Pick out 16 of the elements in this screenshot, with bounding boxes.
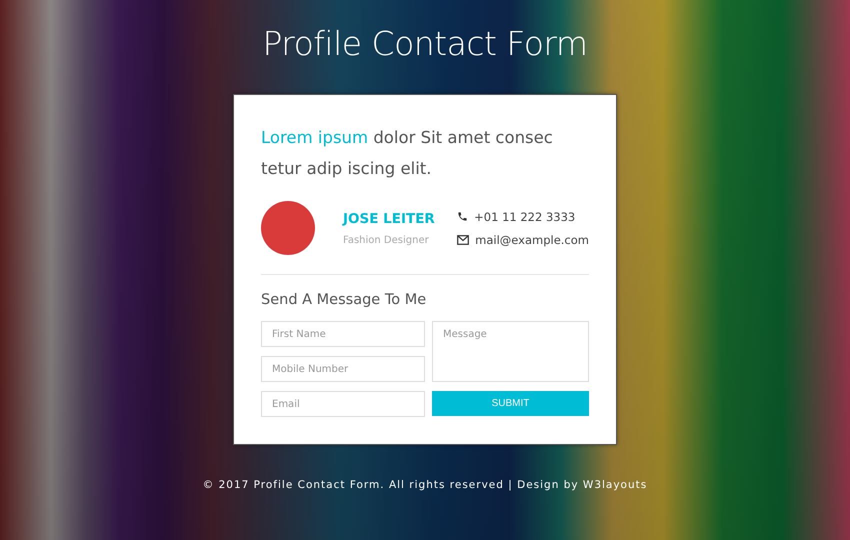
email-address: mail@example.com	[475, 232, 589, 246]
form-title: Send A Message To Me	[261, 292, 428, 308]
footer-text: © 2017 Profile Contact Form. All rights reserved | Design by W3layouts	[202, 479, 648, 491]
email-field[interactable]: Email	[261, 391, 425, 417]
message-field[interactable]: Message	[432, 321, 589, 382]
profile-role: Fashion Designer	[343, 234, 430, 246]
intro-text: Lorem ipsum dolor Sit amet consec tetur adip iscing elit.	[261, 127, 554, 180]
avatar-placeholder	[261, 201, 315, 255]
first-name-field[interactable]: First Name	[261, 321, 425, 347]
submit-button[interactable]: SUBMIT	[432, 391, 589, 416]
phone-icon	[457, 211, 468, 222]
phone-number: +01 11 222 3333	[474, 210, 576, 224]
envelope-icon	[457, 234, 470, 244]
profile-name: JOSE LEITER	[343, 210, 436, 226]
mobile-field[interactable]: Mobile Number	[261, 356, 425, 382]
page-title: Profile Contact Form	[262, 24, 588, 64]
